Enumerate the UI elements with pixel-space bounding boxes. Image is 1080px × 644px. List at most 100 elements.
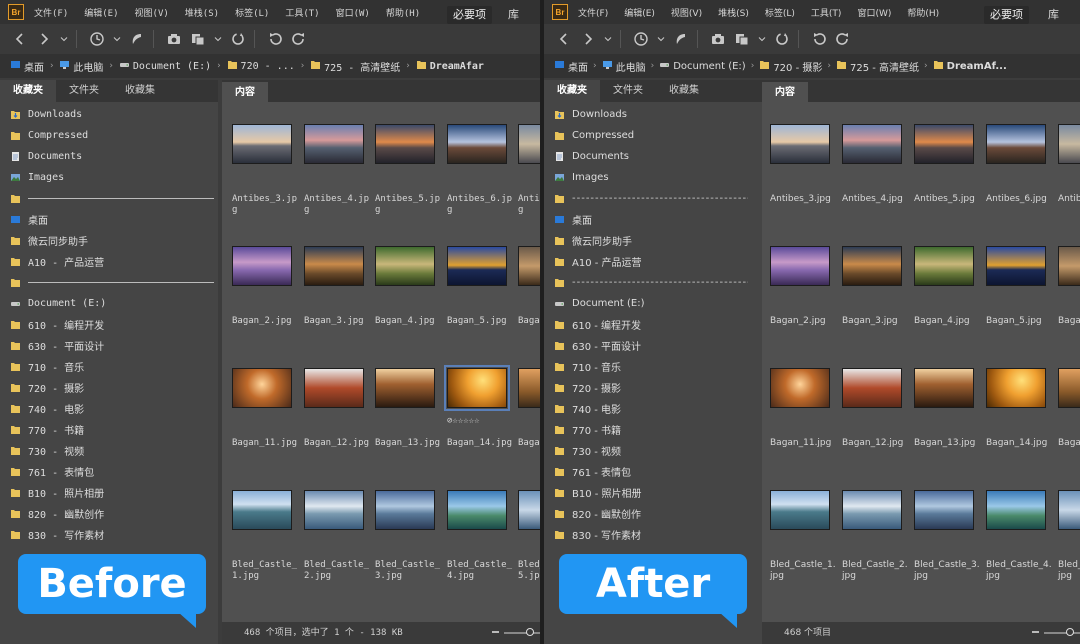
thumbnail-item[interactable]: Bled_Castle_4.jpg — [443, 468, 513, 581]
thumbnail-item[interactable]: Bled_Castle_1.jpg — [766, 468, 836, 581]
thumbnail-item[interactable]: Bagan_3.jpg — [300, 224, 370, 334]
breadcrumb-item[interactable]: 桌面 — [10, 59, 44, 74]
menu-item[interactable]: 标签(L) — [765, 6, 795, 19]
thumbnail-item[interactable]: Bagan_14.jpg — [982, 346, 1052, 456]
thumbnail-item[interactable]: Bagan_2.jpg — [766, 224, 836, 334]
rotate-right-icon[interactable] — [289, 29, 309, 49]
breadcrumb-item[interactable]: 此电脑 — [602, 59, 646, 74]
thumbnail-item[interactable]: Bagan_12.jpg — [300, 346, 370, 456]
thumbnail-image[interactable] — [914, 490, 974, 530]
menu-item[interactable]: 工具(T) — [811, 6, 842, 19]
menu-item[interactable]: 编辑(E) — [84, 6, 118, 19]
favorite-item[interactable]: 710 - 音乐 — [0, 356, 218, 377]
thumbnail-item[interactable]: Bled_Castle_5.jpg — [1054, 468, 1080, 581]
thumbnail-item[interactable]: Bagan_5.jpg — [443, 224, 513, 334]
favorite-item[interactable]: Compressed — [544, 125, 762, 146]
thumbnail-image[interactable] — [914, 368, 974, 408]
thumbnail-image[interactable] — [375, 368, 435, 408]
thumbnail-image[interactable] — [1058, 124, 1080, 164]
breadcrumb-item[interactable]: 725 - 高清壁纸 — [310, 59, 400, 74]
thumbnail-image[interactable] — [304, 490, 364, 530]
favorite-item[interactable]: 830 - 写作素材 — [0, 524, 218, 545]
thumbnail-item[interactable]: Bagan_15.jpg — [514, 346, 540, 456]
thumbnail-image[interactable] — [986, 246, 1046, 286]
favorite-item[interactable]: Downloads — [544, 104, 762, 125]
thumbnail-image[interactable] — [842, 368, 902, 408]
favorite-item[interactable]: 770 - 书籍 — [544, 419, 762, 440]
favorite-item[interactable]: Documents — [544, 146, 762, 167]
chevron-down-icon[interactable] — [756, 29, 768, 49]
copy-icon[interactable] — [732, 29, 752, 49]
favorite-item[interactable]: 830 - 写作素材 — [544, 524, 762, 545]
thumbnail-image[interactable] — [304, 368, 364, 408]
bridge-app-icon[interactable]: Br — [8, 4, 24, 20]
favorite-item[interactable]: 微云同步助手 — [0, 230, 218, 251]
favorite-item[interactable]: 730 - 视频 — [0, 440, 218, 461]
thumbnail-image[interactable] — [232, 124, 292, 164]
breadcrumb-item[interactable]: DreamAf... — [933, 59, 1007, 73]
thumbnail-item[interactable]: Antibes_6.jpg — [982, 102, 1052, 212]
thumbnail-image[interactable] — [444, 365, 510, 411]
thumbnail-item[interactable]: Bagan_11.jpg — [228, 346, 298, 456]
rotate-right-icon[interactable] — [833, 29, 853, 49]
favorite-item[interactable]: 820 - 幽默创作 — [544, 503, 762, 524]
favorite-item[interactable]: 630 - 平面设计 — [0, 335, 218, 356]
breadcrumb-item[interactable]: 720 - 摄影 — [759, 59, 822, 74]
thumbnail-image[interactable] — [842, 490, 902, 530]
menu-item[interactable]: 帮助(H) — [907, 6, 939, 19]
rating-stars[interactable]: ⊘☆☆☆☆☆ — [447, 416, 480, 426]
camera-icon[interactable] — [164, 29, 184, 49]
favorite-item[interactable]: 710 - 音乐 — [544, 356, 762, 377]
thumbnail-image[interactable] — [447, 490, 507, 530]
favorite-item[interactable]: Images — [0, 167, 218, 188]
favorite-item[interactable]: 740 - 电影 — [0, 398, 218, 419]
thumbnail-item[interactable]: ⊘☆☆☆☆☆ Bagan_14.jpg — [443, 346, 513, 456]
thumbnail-size-slider[interactable] — [1032, 628, 1080, 636]
thumbnail-item[interactable]: Bagan_2.jpg — [228, 224, 298, 334]
thumbnail-item[interactable]: Antibes_4.jpg — [838, 102, 908, 212]
return-boomerang-icon[interactable] — [127, 29, 147, 49]
chevron-down-icon[interactable] — [602, 29, 614, 49]
thumbnail-image[interactable] — [518, 124, 540, 164]
favorite-item[interactable]: 761 - 表情包 — [544, 461, 762, 482]
tab-favorites[interactable]: 收藏夹 — [544, 80, 600, 102]
thumbnail-image[interactable] — [518, 490, 540, 530]
thumbnail-item[interactable]: Antibes_7.jpg — [1054, 102, 1080, 212]
thumbnail-item[interactable]: Bagan_6.jpg — [514, 224, 540, 334]
thumbnail-item[interactable]: Bagan_4.jpg — [371, 224, 441, 334]
thumbnail-item[interactable]: Bled_Castle_4.jpg — [982, 468, 1052, 581]
thumbnail-item[interactable]: Bagan_5.jpg — [982, 224, 1052, 334]
back-arrow-icon[interactable] — [10, 29, 30, 49]
favorite-item[interactable]: 761 - 表情包 — [0, 461, 218, 482]
thumbnail-item[interactable]: Bled_Castle_2.jpg — [838, 468, 908, 581]
favorite-item[interactable]: Document (E:) — [0, 293, 218, 314]
thumbnail-image[interactable] — [1058, 368, 1080, 408]
thumbnail-image[interactable] — [986, 124, 1046, 164]
thumbnail-image[interactable] — [914, 246, 974, 286]
refine-icon[interactable] — [772, 29, 792, 49]
favorite-item[interactable]: 720 - 摄影 — [0, 377, 218, 398]
menu-item[interactable]: 堆栈(S) — [185, 6, 219, 19]
thumbnail-item[interactable]: Bled_Castle_3.jpg — [910, 468, 980, 581]
tab-content[interactable]: 内容 — [762, 82, 808, 104]
favorite-item[interactable]: A10 - 产品运营 — [544, 251, 762, 272]
thumbnail-image[interactable] — [447, 124, 507, 164]
recent-clock-icon[interactable] — [87, 29, 107, 49]
menu-item[interactable]: 文件(F) — [34, 6, 68, 19]
chevron-down-icon[interactable] — [58, 29, 70, 49]
favorite-item[interactable]: Documents — [0, 146, 218, 167]
chevron-down-icon[interactable] — [111, 29, 123, 49]
favorite-item[interactable]: Document (E:) — [544, 293, 762, 314]
favorite-item[interactable]: 610 - 编程开发 — [0, 314, 218, 335]
workspace-library-button[interactable]: 库 — [1048, 6, 1059, 24]
forward-arrow-icon[interactable] — [34, 29, 54, 49]
thumbnail-item[interactable]: Bled_Castle_3.jpg — [371, 468, 441, 581]
thumbnail-image[interactable] — [1058, 490, 1080, 530]
thumbnail-item[interactable]: Antibes_5.jpg — [910, 102, 980, 212]
menu-item[interactable]: 堆栈(S) — [718, 6, 749, 19]
thumbnail-item[interactable]: Antibes_3.jpg — [766, 102, 836, 212]
thumbnail-item[interactable]: Bled_Castle_5.jpg — [514, 468, 540, 581]
breadcrumb-item[interactable]: 此电脑 — [59, 59, 103, 74]
favorite-item[interactable]: 770 - 书籍 — [0, 419, 218, 440]
favorite-item[interactable]: 720 - 摄影 — [544, 377, 762, 398]
